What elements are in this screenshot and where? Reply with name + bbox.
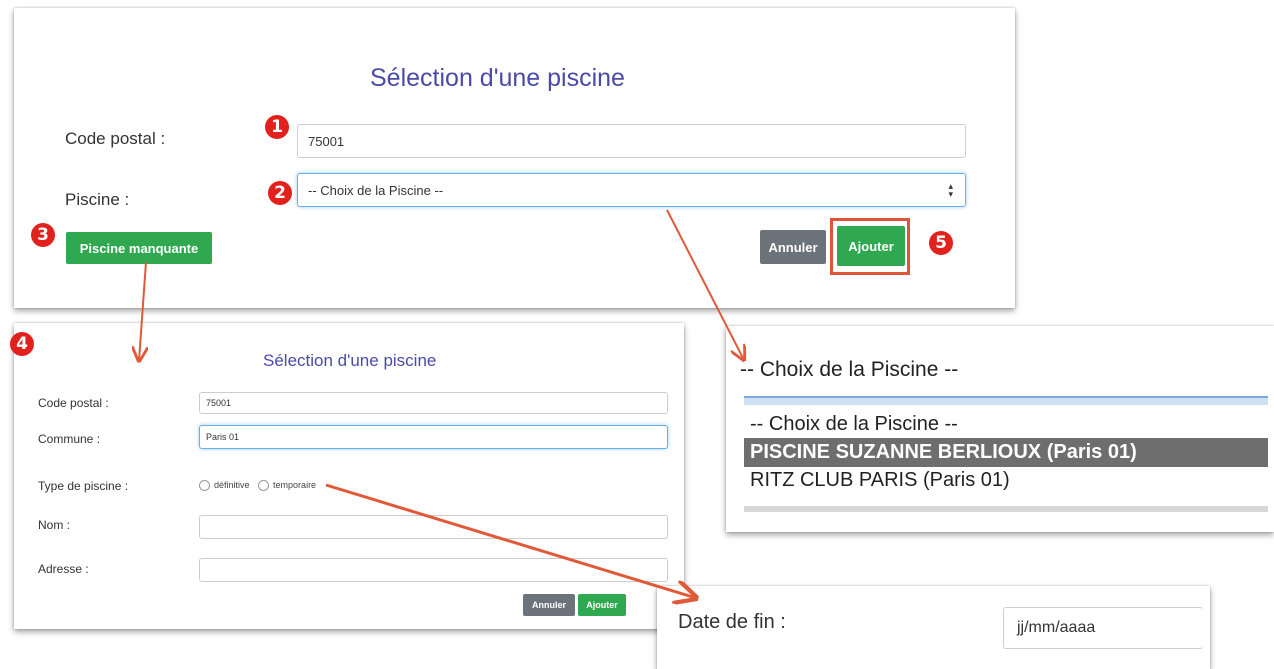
- mf-code-postal-input[interactable]: 75001: [199, 392, 668, 414]
- code-postal-label: Code postal :: [65, 129, 166, 148]
- commune-input[interactable]: Paris 01: [199, 425, 668, 449]
- mf-add-button[interactable]: Ajouter: [578, 594, 626, 616]
- dropdown-list-border: [744, 506, 1268, 512]
- nom-input[interactable]: [199, 515, 668, 539]
- dropdown-zoom-panel: -- Choix de la Piscine -- -- Choix de la…: [726, 326, 1274, 532]
- dropdown-option-highlighted[interactable]: PISCINE SUZANNE BERLIOUX (Paris 01): [744, 438, 1268, 467]
- piscine-select-value: -- Choix de la Piscine --: [308, 182, 444, 198]
- date-fin-placeholder: jj/mm/aaaa: [1017, 619, 1096, 636]
- main-add-button[interactable]: Ajouter: [837, 226, 905, 266]
- mf-code-postal-label: Code postal :: [38, 396, 109, 410]
- radio-definitive[interactable]: définitive: [199, 480, 250, 492]
- step-1-badge: 1: [265, 115, 289, 139]
- date-zoom-panel: Date de fin : jj/mm/aaaa: [657, 586, 1210, 669]
- step-3-badge: 3: [31, 223, 55, 247]
- type-radio-group: définitive temporaire: [199, 480, 317, 492]
- dropdown-option[interactable]: -- Choix de la Piscine --: [744, 411, 1268, 438]
- code-postal-value: 75001: [308, 133, 345, 149]
- step-2-badge: 2: [268, 181, 292, 205]
- main-cancel-button[interactable]: Annuler: [760, 230, 826, 264]
- step-5-badge: 5: [929, 231, 953, 255]
- commune-value: Paris 01: [206, 432, 240, 442]
- dropdown-selected-value: -- Choix de la Piscine --: [740, 358, 959, 381]
- main-form-title: Sélection d'une piscine: [370, 64, 625, 92]
- missing-form-title: Sélection d'une piscine: [263, 351, 437, 370]
- step-4-badge: 4: [10, 332, 34, 356]
- mf-code-postal-value: 75001: [206, 398, 232, 408]
- adresse-input[interactable]: [199, 558, 668, 582]
- adresse-label: Adresse :: [38, 562, 89, 576]
- radio-temporaire-label: temporaire: [273, 480, 317, 490]
- select-arrows-icon: ▴ ▾: [948, 181, 953, 199]
- mf-cancel-button[interactable]: Annuler: [523, 594, 575, 616]
- piscine-select[interactable]: -- Choix de la Piscine -- ▴ ▾: [297, 173, 966, 207]
- main-form-panel: Sélection d'une piscine Code postal : 75…: [14, 8, 1015, 308]
- code-postal-input[interactable]: 75001: [297, 124, 966, 158]
- dropdown-option-list: -- Choix de la Piscine -- PISCINE SUZANN…: [744, 411, 1268, 494]
- radio-definitive-circle[interactable]: [199, 480, 210, 492]
- radio-definitive-label: définitive: [214, 480, 250, 490]
- dropdown-option[interactable]: RITZ CLUB PARIS (Paris 01): [744, 467, 1268, 494]
- date-fin-input[interactable]: jj/mm/aaaa: [1003, 607, 1203, 649]
- missing-pool-button[interactable]: Piscine manquante: [66, 232, 212, 264]
- type-piscine-label: Type de piscine :: [38, 479, 129, 493]
- commune-label: Commune :: [38, 432, 101, 446]
- dropdown-focus-line: [744, 396, 1268, 405]
- radio-temporaire-circle[interactable]: [258, 480, 270, 492]
- date-fin-label: Date de fin :: [678, 611, 786, 633]
- nom-label: Nom :: [38, 518, 71, 532]
- missing-pool-panel: Sélection d'une piscine Code postal : 75…: [14, 323, 684, 629]
- piscine-label: Piscine :: [65, 190, 130, 209]
- radio-temporaire[interactable]: temporaire: [258, 480, 317, 492]
